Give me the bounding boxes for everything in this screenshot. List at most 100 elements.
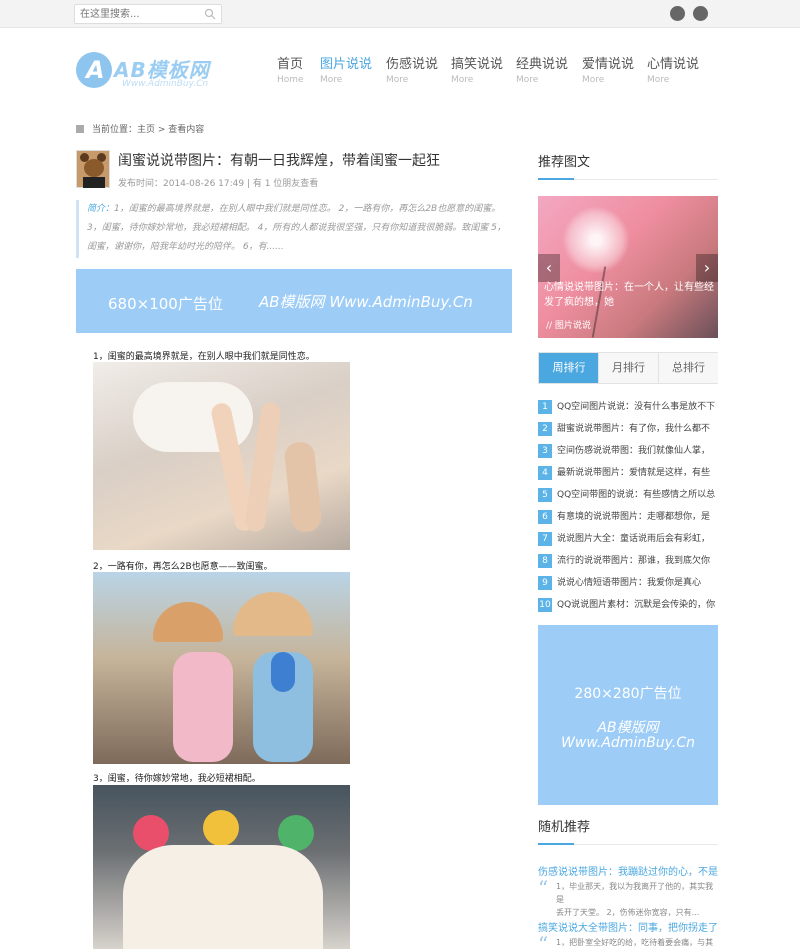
- nav-label: 心情说说: [647, 57, 700, 72]
- random-item-desc: 1，毕业那天，我以为我离开了他的，其实我是 丢开了天堂。 2，伤佈迷你宽容，只有…: [556, 880, 716, 919]
- rank-item[interactable]: 1 QQ空间图片说说：没有什么事是放不下: [538, 399, 718, 415]
- tab-total[interactable]: 总排行: [658, 353, 718, 383]
- photo-figure: [233, 592, 313, 636]
- pinwheel: [203, 810, 239, 846]
- logo-subtext: Www.AdminBuy.Cn: [122, 79, 209, 89]
- nav-item-funny[interactable]: 搞笑说说 More: [451, 56, 511, 90]
- sidebar-ad[interactable]: 280×280广告位 AB模版网 Www.AdminBuy.Cn: [538, 625, 718, 805]
- rank-item[interactable]: 4 最新说说带图片：爱情就是这样，有些: [538, 465, 718, 481]
- random-item-title[interactable]: 伤感说说带图片：我蹦跶过你的心，不是: [538, 863, 718, 878]
- article-photo: [93, 362, 350, 550]
- tab-weekly[interactable]: 周排行: [539, 353, 599, 383]
- breadcrumb: 当前位置：主页 > 查看内容: [76, 122, 204, 135]
- nav-item-picture[interactable]: 图片说说 More: [320, 56, 380, 90]
- rank-number: 9: [538, 576, 552, 590]
- slider-category[interactable]: // 图片说说: [546, 318, 591, 331]
- search-icon[interactable]: [204, 8, 216, 20]
- ad-text: AB模版网 Www.AdminBuy.Cn: [259, 293, 473, 311]
- search-box[interactable]: [74, 4, 222, 24]
- quote-icon: “: [538, 932, 549, 949]
- rank-text[interactable]: 最新说说带图片：爱情就是这样，有些: [557, 468, 710, 478]
- rank-tabs: 周排行 月排行 总排行: [538, 352, 718, 384]
- recommend-heading: 推荐图文: [538, 151, 718, 180]
- nav-item-mood[interactable]: 心情说说 More: [647, 56, 707, 90]
- recommend-title: 推荐图文: [538, 155, 591, 170]
- rank-text[interactable]: 有意境的说说带图片：走哪都想你，是: [557, 512, 710, 522]
- ad-size-label: 280×280广告位: [574, 686, 682, 702]
- search-input[interactable]: [75, 5, 195, 23]
- photo-caption: 3，闺蜜，待你嫁妙常地，我必短裙相配。: [93, 774, 261, 784]
- rank-text[interactable]: 空间伤感说说带图：我们就像仙人掌，: [557, 446, 710, 456]
- photo-figure: [271, 652, 295, 692]
- rank-number: 1: [538, 400, 552, 414]
- rank-text[interactable]: 说说心情短语带图片：我爱你是真心: [557, 578, 701, 588]
- banner-ad[interactable]: 680×100广告位 AB模版网 Www.AdminBuy.Cn: [76, 269, 512, 333]
- summary-line: 1，闺蜜的最高境界就是，在别人眼中我们就是同性恋。 2，一路有你，再怎么2B也愿…: [114, 204, 501, 214]
- rank-text[interactable]: 说说图片大全：童话说雨后会有彩虹，: [557, 534, 710, 544]
- rank-number: 4: [538, 466, 552, 480]
- nav-sub: More: [516, 75, 539, 85]
- slider-caption[interactable]: 心情说说带图片：在一个人，让有些经发了疯的想，她: [544, 280, 714, 310]
- article-title: 闺蜜说说带图片：有朝一日我辉煌，带着闺蜜一起狂: [118, 153, 440, 169]
- qq-icon[interactable]: [670, 6, 685, 21]
- ad-text: AB模版网: [597, 720, 659, 736]
- nav-sub: More: [647, 75, 670, 85]
- home-icon[interactable]: [76, 125, 84, 133]
- rank-item[interactable]: 5 QQ空间带图的说说：有些感情之所以总: [538, 487, 718, 503]
- photo-figure: [153, 602, 223, 642]
- site-logo[interactable]: A AB模板网 Www.AdminBuy.Cn: [74, 48, 234, 94]
- rank-item[interactable]: 8 流行的说说带图片：那谁，我到底欠你: [538, 553, 718, 569]
- logo-mark-letter: A: [86, 56, 105, 84]
- photo-figure: [173, 652, 233, 762]
- rank-item[interactable]: 3 空间伤感说说带图：我们就像仙人掌，: [538, 443, 718, 459]
- rank-text[interactable]: QQ说说图片素材：沉默是会传染的，你: [557, 600, 715, 610]
- rank-item[interactable]: 6 有意境的说说带图片：走哪都想你，是: [538, 509, 718, 525]
- rank-item[interactable]: 7 说说图片大全：童话说雨后会有彩虹，: [538, 531, 718, 547]
- slider-image: [562, 206, 630, 274]
- rank-item[interactable]: 9 说说心情短语带图片：我爱你是真心: [538, 575, 718, 591]
- photo-caption: 1，闺蜜的最高境界就是，在别人眼中我们就是同性恋。: [93, 352, 315, 362]
- random-item-desc-line: 1，毕业那天，我以为我离开了他的，其实我是: [556, 882, 714, 904]
- article-summary: 简介：1，闺蜜的最高境界就是，在别人眼中我们就是同性恋。 2，一路有你，再怎么2…: [76, 200, 512, 258]
- avatar-face: [84, 159, 104, 177]
- nav-sub: More: [451, 75, 474, 85]
- chevron-left-icon[interactable]: ‹: [538, 254, 560, 282]
- weibo-icon[interactable]: [693, 6, 708, 21]
- breadcrumb-text[interactable]: 当前位置：主页 > 查看内容: [92, 125, 204, 135]
- nav-label: 搞笑说说: [451, 57, 504, 72]
- photo-figure: [283, 440, 323, 534]
- rank-number: 8: [538, 554, 552, 568]
- rank-item[interactable]: 2 甜蜜说说带图片：有了你，我什么都不: [538, 421, 718, 437]
- rank-number: 5: [538, 488, 552, 502]
- rank-text[interactable]: 流行的说说带图片：那谁，我到底欠你: [557, 556, 710, 566]
- nav-item-love[interactable]: 爱情说说 More: [582, 56, 642, 90]
- summary-line: 闺蜜，谢谢你，陪我年幼时光的陪伴。 6，有......: [87, 242, 284, 252]
- rank-text[interactable]: QQ空间带图的说说：有些感情之所以总: [557, 490, 715, 500]
- nav-label: 图片说说: [320, 57, 373, 72]
- quote-icon: “: [538, 876, 549, 900]
- avatar-body: [83, 177, 105, 188]
- featured-slider[interactable]: ‹ › 心情说说带图片：在一个人，让有些经发了疯的想，她 // 图片说说: [538, 196, 718, 338]
- nav-label: 经典说说: [516, 57, 569, 72]
- nav-item-sad[interactable]: 伤感说说 More: [386, 56, 446, 90]
- author-avatar[interactable]: [76, 150, 110, 188]
- nav-sub: More: [320, 75, 343, 85]
- article-photo: [93, 785, 350, 949]
- random-item-desc: 1，把卧室全好吃的给，吃待着要会痛，与其只: [556, 936, 716, 949]
- nav-sub: More: [386, 75, 409, 85]
- rank-number: 2: [538, 422, 552, 436]
- rank-text[interactable]: 甜蜜说说带图片：有了你，我什么都不: [557, 424, 710, 434]
- rank-text[interactable]: QQ空间图片说说：没有什么事是放不下: [557, 402, 715, 412]
- chevron-right-icon[interactable]: ›: [696, 254, 718, 282]
- nav-item-classic[interactable]: 经典说说 More: [516, 56, 576, 90]
- nav-label: 伤感说说: [386, 57, 439, 72]
- tab-monthly[interactable]: 月排行: [598, 353, 658, 383]
- random-heading: 随机推荐: [538, 816, 718, 845]
- photo-caption: 2，一路有你，再怎么2B也愿意——致闺蜜。: [93, 562, 273, 572]
- rank-number: 6: [538, 510, 552, 524]
- summary-line: 3，闺蜜，待你嫁妙常地，我必短裙相配。 4，所有的人都说我很坚强，只有你知道我很…: [87, 223, 506, 233]
- article-meta: 发布时间：2014-08-26 17:49 | 有 1 位朋友查看: [118, 179, 319, 189]
- random-item-title[interactable]: 搞笑说说大全带图片：同事，把你拐走了: [538, 919, 718, 934]
- rank-item[interactable]: 10 QQ说说图片素材：沉默是会传染的，你: [538, 597, 718, 613]
- article-photo: [93, 572, 350, 764]
